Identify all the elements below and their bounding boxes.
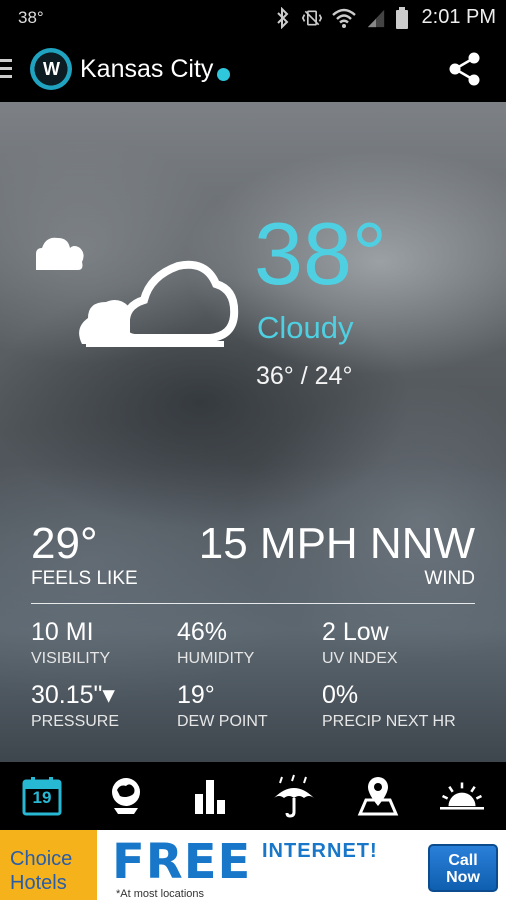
- stat-pressure: 30.15"▾ PRESSURE: [31, 683, 119, 731]
- stat-label: DEW POINT: [177, 713, 268, 730]
- stat-label: PRECIP NEXT HR: [322, 713, 456, 730]
- app-bar: W Kansas City: [0, 36, 506, 102]
- status-temp: 38°: [18, 8, 44, 27]
- ad-call-now-button[interactable]: Call Now: [428, 844, 498, 892]
- share-icon[interactable]: [448, 51, 482, 87]
- ad-headline-secondary: INTERNET!: [262, 840, 378, 862]
- weather-panel: 38° Cloudy 36° / 24° 29° FEELS LIKE 15 M…: [0, 102, 506, 762]
- ad-headline: FREE: [112, 834, 252, 890]
- status-time: 2:01 PM: [421, 6, 496, 28]
- condition-text: Cloudy: [257, 310, 354, 345]
- nav-charts[interactable]: [188, 774, 232, 818]
- stat-uv-index: 2 Low UV INDEX: [322, 620, 398, 668]
- stat-label: UV INDEX: [322, 650, 398, 667]
- radar-globe-icon: [112, 778, 140, 814]
- feels-like-label: FEELS LIKE: [31, 568, 138, 589]
- stat-dew-point: 19° DEW POINT: [177, 683, 268, 731]
- nav-precipitation[interactable]: [272, 774, 316, 818]
- bottom-nav: 19: [0, 762, 506, 830]
- nav-forecast-calendar[interactable]: 19: [20, 774, 64, 818]
- bar-chart-icon: [195, 780, 225, 814]
- stat-label: PRESSURE: [31, 713, 120, 730]
- ad-brand-logo: Choice Hotels: [10, 848, 73, 894]
- stat-value: 46%: [177, 618, 228, 646]
- nav-maps[interactable]: [356, 774, 400, 818]
- stat-value: 30.15"▾: [31, 681, 115, 709]
- stat-precip-next-hr: 0% PRECIP NEXT HR: [322, 683, 456, 731]
- wind-value: 15 MPH NNW: [198, 519, 475, 568]
- stat-value: 2 Low: [322, 618, 389, 646]
- app-logo[interactable]: W: [30, 48, 72, 90]
- menu-icon[interactable]: [0, 59, 14, 79]
- nav-radar[interactable]: [104, 774, 148, 818]
- stat-value: 0%: [322, 681, 359, 709]
- stat-value: 19°: [177, 681, 215, 709]
- wifi-icon: [331, 8, 356, 28]
- wind-label: WIND: [424, 568, 475, 589]
- ad-brand-block: Choice Hotels: [0, 830, 97, 900]
- ad-banner[interactable]: Choice Hotels FREE INTERNET! *At most lo…: [0, 830, 506, 900]
- nav-sun-moon[interactable]: [440, 774, 484, 818]
- stat-value: 10 MI: [31, 618, 94, 646]
- divider: [31, 603, 475, 604]
- sunrise-icon: [440, 782, 484, 810]
- signal-icon: [367, 9, 384, 27]
- battery-icon: [395, 6, 408, 29]
- current-temperature: 38°: [254, 204, 388, 303]
- stat-label: HUMIDITY: [177, 650, 255, 667]
- cloudy-weather-icon: [79, 260, 239, 347]
- stat-humidity: 46% HUMIDITY: [177, 620, 254, 668]
- feels-like-value: 29°: [31, 519, 98, 568]
- status-icons: 2:01 PM: [273, 6, 496, 29]
- map-pin-icon: [357, 777, 399, 816]
- vibrate-icon: [301, 10, 322, 25]
- bluetooth-icon: [276, 6, 288, 29]
- high-low-temp: 36° / 24°: [256, 362, 353, 390]
- logo-text: W: [43, 58, 60, 79]
- ad-subtext: *At most locations: [116, 888, 205, 900]
- stat-visibility: 10 MI VISIBILITY: [31, 620, 110, 668]
- umbrella-rain-icon: [274, 774, 314, 818]
- city-name[interactable]: Kansas City: [80, 55, 213, 84]
- stat-label: VISIBILITY: [31, 650, 111, 667]
- location-indicator: [217, 68, 230, 81]
- calendar-day: 19: [32, 788, 52, 807]
- status-bar: 38° 2:01 PM: [0, 0, 506, 36]
